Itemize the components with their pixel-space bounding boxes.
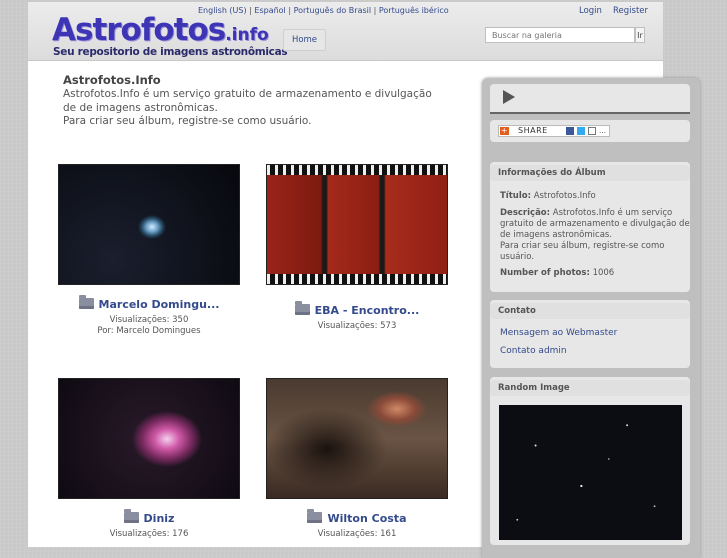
login-link[interactable]: Login [579,6,602,16]
photos-label: Number of photos: [500,268,590,278]
desc-label: Descrição: [500,208,551,218]
gallery-item-views: Visualizações: 573 [317,321,397,331]
nav-home-button[interactable]: Home [283,29,326,51]
logo-text: Astrofotos [52,12,226,48]
folder-icon [123,509,139,523]
contact-header: Contato [490,303,690,319]
gallery-item-views: Visualizações: 176 [109,529,189,539]
random-image-header: Random Image [490,380,690,396]
search-input[interactable] [485,27,635,43]
gallery-item: EBA - Encontro... Visualizações: 573 [247,299,467,332]
gallery-item: Wilton Costa Visualizações: 161 [247,507,467,540]
gallery-item-link[interactable]: EBA - Encontro... [315,304,420,317]
contact-admin-link[interactable]: Contato admin [500,346,567,356]
gallery-item-link[interactable]: Marcelo Domingu... [99,298,220,311]
plus-icon: + [500,126,509,135]
gallery-item: Marcelo Domingu... Visualizações: 350 Po… [39,293,259,337]
thumb-marcelo-domingues[interactable] [58,164,240,285]
lang-pt-pt[interactable]: Português ibérico [379,6,449,15]
desc-value-2: Para criar seu álbum, registre-se como u… [500,241,665,262]
email-icon [588,127,596,135]
share-button[interactable]: + SHARE … [498,125,610,137]
album-info-description: Descrição: Astrofotos.Info é um serviço … [500,208,690,263]
album-info-header: Informações do Álbum [490,165,690,181]
folder-icon [78,295,94,309]
play-icon[interactable] [503,90,515,104]
slideshow-bar [490,84,690,114]
logo-suffix: .info [225,25,269,45]
facebook-icon [566,127,574,135]
logo-tagline: Seu repositorio de imagens astronômicas [53,46,288,58]
album-description-line: Para criar seu álbum, registre-se como u… [63,115,312,127]
thumb-eba-encontro[interactable] [266,164,448,285]
album-info-photo-count: Number of photos: 1006 [500,268,690,279]
share-label: SHARE [518,126,548,135]
album-description: Astrofotos.Info é um serviço gratuito de… [63,88,443,129]
gallery-item-link[interactable]: Diniz [144,512,175,525]
gallery-item: Diniz Visualizações: 176 [39,507,259,540]
folder-icon [307,509,323,523]
thumb-diniz[interactable] [58,378,240,499]
contact-webmaster-link[interactable]: Mensagem ao Webmaster [500,328,617,338]
album-title: Astrofotos.Info [63,73,161,87]
title-label: Título: [500,191,531,201]
random-image[interactable] [499,405,682,540]
album-info-title: Título: Astrofotos.Info [500,191,690,202]
more-icon: … [599,127,607,135]
twitter-icon [577,127,585,135]
lang-pt-br[interactable]: Português do Brasil [294,6,372,15]
title-value: Astrofotos.Info [533,191,596,201]
album-description-line: Astrofotos.Info é um serviço gratuito de… [63,88,432,114]
gallery-item-views: Visualizações: 161 [317,529,397,539]
thumb-wilton-costa[interactable] [266,378,448,499]
register-link[interactable]: Register [613,6,648,16]
gallery-item-link[interactable]: Wilton Costa [327,512,406,525]
folder-icon [294,301,310,315]
photos-value: 1006 [592,268,615,278]
search-button[interactable]: Ir [635,27,645,43]
gallery-item-views: Visualizações: 350 [109,315,189,325]
gallery-item-owner: Por: Marcelo Domingues [97,326,201,336]
